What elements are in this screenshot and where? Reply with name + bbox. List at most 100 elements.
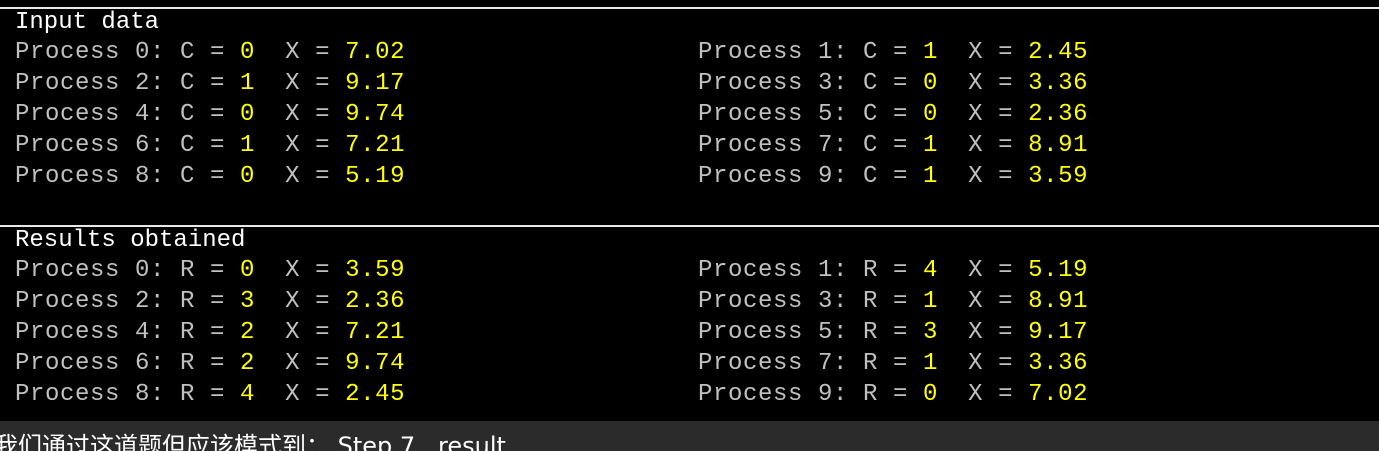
process-label: Process 2: C = [15,70,241,97]
x-label: X = [255,381,346,408]
input-entry: Process 7: C = 1 X = 8.91 [698,130,1088,161]
process-label: Process 9: C = [698,163,924,190]
result-row: Process 2: R = 3 X = 2.36 Process 3: R = … [0,286,1379,317]
x-label: X = [938,257,1029,284]
input-entry: Process 9: C = 1 X = 3.59 [698,161,1088,192]
x-label: X = [255,163,346,190]
input-data-heading: Input data [15,9,160,36]
x-label: X = [255,257,346,284]
x-label: X = [255,39,346,66]
x-value: 7.02 [1028,381,1089,408]
input-row: Process 2: C = 1 X = 9.17 Process 3: C = … [0,68,1379,99]
r-value: 2 [240,350,256,377]
process-label: Process 7: C = [698,132,924,159]
x-value: 8.91 [1028,288,1089,315]
process-label: Process 0: R = [15,257,241,284]
x-value: 9.17 [1028,319,1089,346]
r-value: 0 [240,257,256,284]
result-entry: Process 0: R = 0 X = 3.59 [15,255,405,286]
x-label: X = [938,70,1029,97]
x-label: X = [255,288,346,315]
x-label: X = [255,101,346,128]
console-output: Input data Process 0: C = 0 X = 7.02 Proc… [0,0,1379,421]
x-value: 7.21 [345,319,406,346]
result-entry: Process 8: R = 4 X = 2.45 [15,379,405,410]
c-value: 1 [923,163,939,190]
result-entry: Process 4: R = 2 X = 7.21 [15,317,405,348]
x-value: 9.74 [345,350,406,377]
c-value: 1 [240,70,256,97]
process-label: Process 4: R = [15,319,241,346]
input-entry: Process 4: C = 0 X = 9.74 [15,99,405,130]
input-entry: Process 6: C = 1 X = 7.21 [15,130,405,161]
separator-top [0,7,1379,9]
r-value: 0 [923,381,939,408]
process-label: Process 9: R = [698,381,924,408]
c-value: 0 [923,101,939,128]
result-entry: Process 1: R = 4 X = 5.19 [698,255,1088,286]
r-value: 1 [923,350,939,377]
x-label: X = [938,319,1029,346]
c-value: 0 [240,101,256,128]
process-label: Process 7: R = [698,350,924,377]
x-label: X = [938,101,1029,128]
x-value: 3.59 [345,257,406,284]
x-label: X = [938,288,1029,315]
x-label: X = [938,350,1029,377]
results-heading: Results obtained [15,227,246,254]
x-value: 2.36 [345,288,406,315]
process-label: Process 1: C = [698,39,924,66]
x-value: 2.45 [1028,39,1089,66]
x-value: 5.19 [1028,257,1089,284]
x-value: 8.91 [1028,132,1089,159]
result-row: Process 4: R = 2 X = 7.21 Process 5: R = … [0,317,1379,348]
process-label: Process 5: C = [698,101,924,128]
process-label: Process 4: C = [15,101,241,128]
bottom-overlay-text: 我们通过这道题但应该模式到： Step 7, result [0,432,506,451]
process-label: Process 3: R = [698,288,924,315]
result-row: Process 6: R = 2 X = 9.74 Process 7: R = … [0,348,1379,379]
input-row: Process 8: C = 0 X = 5.19 Process 9: C = … [0,161,1379,192]
result-entry: Process 9: R = 0 X = 7.02 [698,379,1088,410]
result-entry: Process 5: R = 3 X = 9.17 [698,317,1088,348]
r-value: 1 [923,288,939,315]
process-label: Process 8: R = [15,381,241,408]
result-entry: Process 2: R = 3 X = 2.36 [15,286,405,317]
x-value: 9.74 [345,101,406,128]
process-label: Process 8: C = [15,163,241,190]
c-value: 1 [923,39,939,66]
x-value: 7.21 [345,132,406,159]
c-value: 0 [240,39,256,66]
c-value: 0 [240,163,256,190]
x-value: 5.19 [345,163,406,190]
input-entry: Process 5: C = 0 X = 2.36 [698,99,1088,130]
x-label: X = [255,132,346,159]
process-label: Process 0: C = [15,39,241,66]
x-label: X = [255,319,346,346]
result-entry: Process 3: R = 1 X = 8.91 [698,286,1088,317]
input-entry: Process 1: C = 1 X = 2.45 [698,37,1088,68]
input-entry: Process 2: C = 1 X = 9.17 [15,68,405,99]
c-value: 1 [240,132,256,159]
x-label: X = [938,132,1029,159]
x-label: X = [938,39,1029,66]
r-value: 3 [240,288,256,315]
input-entry: Process 8: C = 0 X = 5.19 [15,161,405,192]
bottom-overlay-bar: 我们通过这道题但应该模式到： Step 7, result [0,421,1379,451]
c-value: 1 [923,132,939,159]
x-value: 7.02 [345,39,406,66]
result-row: Process 0: R = 0 X = 3.59 Process 1: R = … [0,255,1379,286]
r-value: 4 [240,381,256,408]
process-label: Process 1: R = [698,257,924,284]
process-label: Process 5: R = [698,319,924,346]
process-label: Process 6: C = [15,132,241,159]
x-value: 3.36 [1028,70,1089,97]
x-value: 2.45 [345,381,406,408]
x-value: 9.17 [345,70,406,97]
r-value: 2 [240,319,256,346]
result-entry: Process 6: R = 2 X = 9.74 [15,348,405,379]
c-value: 0 [923,70,939,97]
r-value: 4 [923,257,939,284]
input-entry: Process 0: C = 0 X = 7.02 [15,37,405,68]
x-value: 3.59 [1028,163,1089,190]
